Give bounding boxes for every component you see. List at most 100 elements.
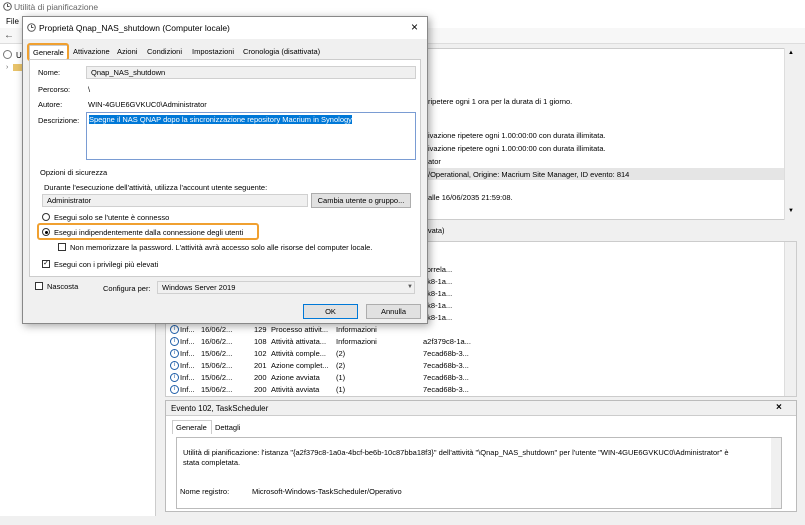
chk-no-password-label[interactable]: Non memorizzare la password. L'attività …: [70, 243, 372, 252]
chk-hidden-label[interactable]: Nascosta: [47, 282, 78, 291]
cell-op: Informazioni: [336, 325, 377, 334]
info-icon: i: [170, 385, 179, 394]
chk-no-password[interactable]: [58, 243, 66, 251]
info-icon: i: [170, 325, 179, 334]
task-properties-dialog: Proprietà Qnap_NAS_shutdown (Computer lo…: [22, 16, 428, 324]
configure-select[interactable]: Windows Server 2019: [157, 281, 415, 294]
cell-task: Attività avviata: [271, 385, 320, 394]
chevron-down-icon[interactable]: ▼: [407, 284, 413, 290]
path-value: \: [88, 85, 91, 94]
table-row[interactable]: i Inf... 16/06/2... 129 Processo attivit... I…: [166, 324, 466, 336]
event-title: Evento 102, TaskScheduler: [171, 404, 269, 413]
name-field[interactable]: Qnap_NAS_shutdown: [86, 66, 416, 79]
cell-date: 15/06/2...: [201, 373, 233, 382]
cell-guid: 7ecad68b-3...: [423, 385, 469, 394]
expand-arrow-icon[interactable]: ›: [6, 64, 8, 71]
description-text: Spegne il NAS QNAP dopo la sincronizzazi…: [89, 115, 352, 124]
table-row[interactable]: i Inf... 15/06/2... 200 Azione avviata (1) 7ec…: [166, 372, 469, 384]
cell-level: Inf...: [180, 349, 195, 358]
cell-op: Informazioni: [336, 337, 377, 346]
main-titlebar: Utilità di pianificazione: [0, 0, 805, 14]
cell-task: Processo attivit...: [271, 325, 329, 334]
path-label: Percorso:: [38, 85, 71, 94]
cell-id: 102: [254, 349, 267, 358]
name-label: Nome:: [38, 68, 61, 77]
cell-date: 16/06/2...: [201, 325, 233, 334]
event-header: Evento 102, TaskScheduler ×: [166, 401, 796, 416]
tab-general[interactable]: Generale: [172, 420, 212, 434]
chk-highest-privileges[interactable]: ✓: [42, 260, 50, 268]
detail-line: ivazione ripetere ogni 1.00:00:00 con du…: [428, 131, 606, 140]
main-window-title: Utilità di pianificazione: [14, 2, 99, 12]
cell-task: Azione avviata: [271, 373, 320, 382]
radio-logged-on[interactable]: [42, 213, 50, 221]
description-textarea[interactable]: Spegne il NAS QNAP dopo la sincronizzazi…: [86, 112, 416, 160]
description-label: Descrizione:: [38, 116, 80, 125]
detail-line: alle 16/06/2035 21:59:08.: [428, 193, 513, 202]
cell-guid: 7ecad68b-3...: [423, 373, 469, 382]
event-detail-panel: Evento 102, TaskScheduler × Generale Det…: [165, 400, 797, 512]
cell-guid: 7ecad68b-3...: [423, 361, 469, 370]
tab-conditions[interactable]: Condizioni: [144, 45, 185, 59]
menu-file[interactable]: File: [6, 17, 19, 26]
tab-settings[interactable]: Impostazioni: [189, 45, 237, 59]
close-icon[interactable]: ×: [776, 402, 782, 413]
event-message-box: Utilità di pianificazione: l'istanza "{a…: [176, 437, 782, 509]
cell-id: 200: [254, 385, 267, 394]
info-icon: i: [170, 373, 179, 382]
cell-task: Attività attivata...: [271, 337, 327, 346]
highlight-run-independent: [37, 223, 259, 240]
cell-level: Inf...: [180, 373, 195, 382]
cell-date: 15/06/2...: [201, 361, 233, 370]
tab-history[interactable]: Cronologia (disattivata): [240, 45, 323, 59]
back-arrow-icon[interactable]: ←: [4, 30, 14, 41]
tab-triggers[interactable]: Attivazione: [70, 45, 113, 59]
detail-line: ripetere ogni 1 ora per la durata di 1 g…: [428, 97, 573, 106]
clock-icon: [3, 50, 12, 59]
close-icon[interactable]: ×: [411, 20, 418, 34]
chk-hidden[interactable]: [35, 282, 43, 290]
scroll-down-icon[interactable]: ▼: [788, 208, 794, 214]
general-tab-panel: Nome: Qnap_NAS_shutdown Percorso: \ Auto…: [29, 59, 421, 277]
log-name-label: Nome registro:: [180, 487, 230, 496]
detail-line: ivazione ripetere ogni 1.00:00:00 con du…: [428, 144, 606, 153]
cell-level: Inf...: [180, 325, 195, 334]
cell-date: 15/06/2...: [201, 385, 233, 394]
table-row[interactable]: i Inf... 15/06/2... 201 Azione complet... (2)…: [166, 360, 469, 372]
cell-level: Inf...: [180, 385, 195, 394]
tree-root-label[interactable]: U: [16, 51, 22, 60]
cell-date: 15/06/2...: [201, 349, 233, 358]
cell-op: (1): [336, 385, 346, 394]
tab-actions[interactable]: Azioni: [114, 45, 140, 59]
table-row[interactable]: i Inf... 15/06/2... 102 Attività comple... (2…: [166, 348, 469, 360]
cell-level: Inf...: [180, 337, 195, 346]
cell-date: 16/06/2...: [201, 337, 233, 346]
tab-details[interactable]: Dettagli: [212, 421, 243, 434]
cell-op: (1): [336, 373, 346, 382]
message-scrollbar[interactable]: [771, 438, 781, 508]
cell-id: 108: [254, 337, 267, 346]
table-row[interactable]: i Inf... 15/06/2... 200 Attività avviata (1) 7…: [166, 384, 469, 396]
clock-icon: [27, 23, 36, 32]
change-user-button[interactable]: Cambia utente o gruppo...: [311, 193, 411, 208]
detail-line: ator: [428, 157, 441, 166]
list-scrollbar[interactable]: [784, 242, 796, 396]
scroll-up-icon[interactable]: ▲: [788, 50, 794, 56]
cell-task: Attività comple...: [271, 349, 327, 358]
chk-highest-privileges-label[interactable]: Esegui con i privilegi più elevati: [54, 260, 158, 269]
log-name-value: Microsoft-Windows-TaskScheduler/Operativ…: [252, 487, 402, 496]
table-row[interactable]: i Inf... 16/06/2... 108 Attività attivata...…: [166, 336, 471, 348]
radio-logged-on-label[interactable]: Esegui solo se l'utente è connesso: [54, 213, 169, 222]
info-icon: i: [170, 337, 179, 346]
event-message: Utilità di pianificazione: l'istanza "{a…: [183, 448, 729, 467]
security-account-text: Durante l'esecuzione dell'attività, util…: [44, 183, 268, 192]
detail-line: /Operational, Origine: Macrium Site Mana…: [428, 170, 630, 179]
author-label: Autore:: [38, 100, 63, 109]
cancel-button[interactable]: Annulla: [366, 304, 421, 319]
vertical-scrollbar[interactable]: ▲ ▼: [784, 48, 797, 220]
ok-button[interactable]: OK: [303, 304, 358, 319]
cell-guid: a2f379c8-1a...: [423, 337, 471, 346]
dialog-title: Proprietà Qnap_NAS_shutdown (Computer lo…: [39, 23, 230, 33]
cell-op: (2): [336, 349, 346, 358]
info-icon: i: [170, 349, 179, 358]
